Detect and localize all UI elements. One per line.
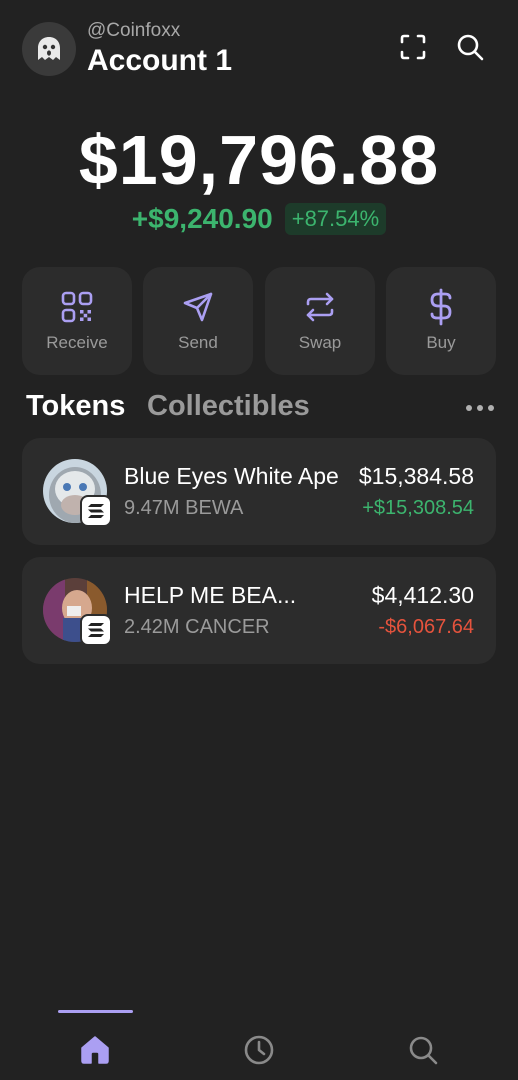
send-button[interactable]: Send bbox=[143, 267, 253, 375]
receive-label: Receive bbox=[46, 333, 108, 352]
chain-badge bbox=[80, 495, 112, 527]
buy-button[interactable]: Buy bbox=[386, 267, 496, 375]
action-buttons: Receive Send Swap Buy bbox=[22, 267, 496, 375]
search-button[interactable] bbox=[455, 32, 485, 62]
token-amount: 9.47M BEWA bbox=[124, 497, 244, 519]
ghost-icon bbox=[38, 37, 60, 60]
nav-history[interactable] bbox=[241, 1032, 277, 1068]
receive-button[interactable]: Receive bbox=[22, 267, 132, 375]
tab-tokens[interactable]: Tokens bbox=[26, 390, 125, 423]
swap-label: Swap bbox=[298, 333, 342, 352]
token-name: Blue Eyes White Ape bbox=[124, 463, 339, 489]
dollar-icon bbox=[430, 288, 452, 326]
balance-change-percent: +87.54% bbox=[284, 203, 387, 235]
account-name[interactable]: Account 1 bbox=[87, 44, 232, 78]
token-name: HELP ME BEA... bbox=[124, 582, 297, 608]
bottom-nav bbox=[0, 1008, 518, 1080]
send-icon bbox=[183, 292, 213, 322]
search-icon bbox=[457, 34, 484, 61]
buy-label: Buy bbox=[426, 333, 456, 352]
asset-tabs: Tokens Collectibles bbox=[26, 390, 496, 430]
more-options-icon[interactable] bbox=[466, 398, 494, 418]
nav-search[interactable] bbox=[405, 1032, 441, 1068]
solana-icon bbox=[88, 623, 104, 637]
scan-icon bbox=[400, 34, 426, 60]
token-amount: 2.42M CANCER bbox=[124, 616, 270, 638]
scan-button[interactable] bbox=[398, 32, 428, 62]
search-icon bbox=[409, 1036, 438, 1065]
swap-button[interactable]: Swap bbox=[265, 267, 375, 375]
solana-icon bbox=[88, 504, 104, 518]
home-icon bbox=[81, 1036, 109, 1064]
send-label: Send bbox=[178, 333, 218, 352]
token-row[interactable]: Blue Eyes White Ape 9.47M BEWA $15,384.5… bbox=[22, 438, 496, 545]
history-icon bbox=[244, 1035, 274, 1065]
account-handle: @Coinfoxx bbox=[87, 20, 181, 41]
token-row[interactable]: HELP ME BEA... 2.42M CANCER $4,412.30 -$… bbox=[22, 557, 496, 664]
tab-collectibles[interactable]: Collectibles bbox=[147, 390, 310, 423]
token-change: -$6,067.64 bbox=[378, 616, 474, 638]
total-balance: $19,796.88 bbox=[78, 121, 440, 199]
token-value: $4,412.30 bbox=[371, 582, 474, 608]
swap-icon bbox=[306, 292, 334, 322]
balance-change-amount: +$9,240.90 bbox=[131, 203, 273, 234]
header: @Coinfoxx Account 1 bbox=[22, 20, 496, 78]
nav-home[interactable] bbox=[77, 1032, 113, 1068]
active-tab-indicator bbox=[58, 1010, 133, 1013]
token-value: $15,384.58 bbox=[358, 463, 474, 489]
account-avatar[interactable] bbox=[22, 22, 76, 76]
token-change: +$15,308.54 bbox=[362, 497, 474, 519]
balance-change: +$9,240.90 +87.54% bbox=[0, 203, 518, 235]
chain-badge bbox=[80, 614, 112, 646]
qr-code-icon bbox=[61, 291, 93, 323]
wallet-screen: @Coinfoxx Account 1 $19,796.88 +$9,240.9… bbox=[0, 0, 518, 1080]
